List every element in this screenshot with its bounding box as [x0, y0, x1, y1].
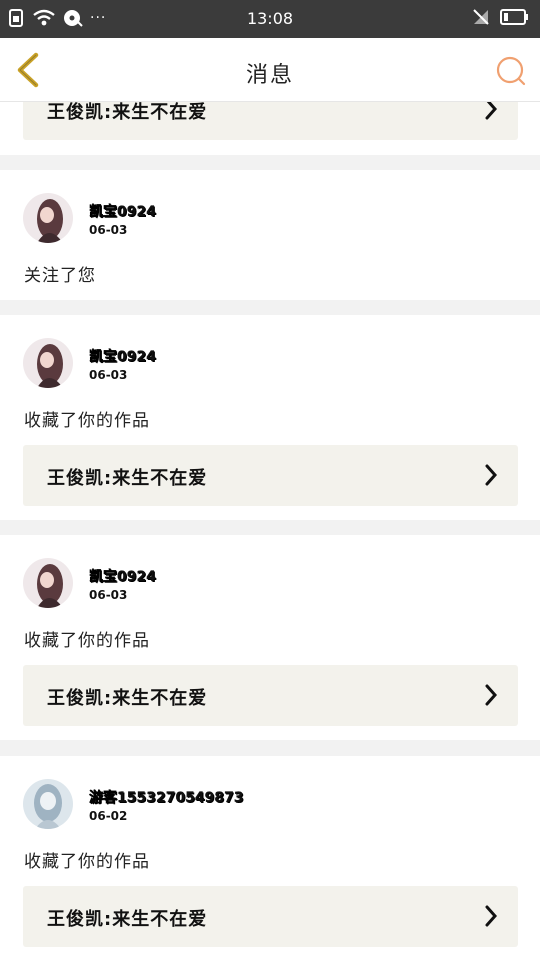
work-title: 王俊凯:来生不在爱	[47, 102, 208, 123]
top-bar: 消息	[0, 38, 540, 102]
chevron-right-icon	[485, 684, 498, 706]
signal-off-icon	[473, 9, 489, 25]
work-title: 王俊凯:来生不在爱	[47, 909, 208, 930]
search-icon[interactable]	[494, 54, 528, 88]
chevron-right-icon	[485, 905, 498, 927]
avatar[interactable]	[23, 193, 73, 243]
work-link[interactable]: 王俊凯:来生不在爱	[23, 102, 518, 140]
message-action: 收藏了你的作品	[24, 411, 150, 431]
status-right-icons	[472, 8, 530, 26]
message-action: 收藏了你的作品	[24, 631, 150, 651]
message-action: 收藏了你的作品	[24, 852, 150, 872]
work-link[interactable]: 王俊凯:来生不在爱	[23, 445, 518, 506]
status-bar: ··· 13:08	[0, 0, 540, 38]
message-date: 06-03	[89, 223, 128, 237]
work-title: 王俊凯:来生不在爱	[47, 468, 208, 489]
chevron-right-icon	[485, 102, 498, 120]
avatar[interactable]	[23, 558, 73, 608]
list-item: 王俊凯:来生不在爱	[0, 102, 540, 155]
message-date: 06-02	[89, 809, 128, 823]
list-item: 凯宝0924 06-03 收藏了你的作品 王俊凯:来生不在爱	[0, 535, 540, 740]
status-time: 13:08	[246, 9, 294, 28]
message-date: 06-03	[89, 368, 128, 382]
message-list[interactable]: 王俊凯:来生不在爱 凯宝0924 06-03 关注了您 凯宝0924 06-03…	[0, 102, 540, 960]
list-item: 凯宝0924 06-03 关注了您	[0, 170, 540, 300]
list-item: 凯宝0924 06-03 收藏了你的作品 王俊凯:来生不在爱	[0, 315, 540, 520]
avatar[interactable]	[23, 338, 73, 388]
message-date: 06-03	[89, 588, 128, 602]
chevron-right-icon	[485, 464, 498, 486]
work-link[interactable]: 王俊凯:来生不在爱	[23, 886, 518, 947]
avatar[interactable]	[23, 779, 73, 829]
username[interactable]: 凯宝0924	[89, 201, 156, 221]
battery-icon	[500, 9, 528, 25]
message-action: 关注了您	[24, 266, 96, 286]
page-title: 消息	[245, 63, 294, 88]
username[interactable]: 凯宝0924	[89, 566, 156, 586]
username[interactable]: 游客1553270549873	[89, 787, 244, 807]
username[interactable]: 凯宝0924	[89, 346, 156, 366]
work-title: 王俊凯:来生不在爱	[47, 688, 208, 709]
work-link[interactable]: 王俊凯:来生不在爱	[23, 665, 518, 726]
list-item: 游客1553270549873 06-02 收藏了你的作品 王俊凯:来生不在爱	[0, 756, 540, 960]
